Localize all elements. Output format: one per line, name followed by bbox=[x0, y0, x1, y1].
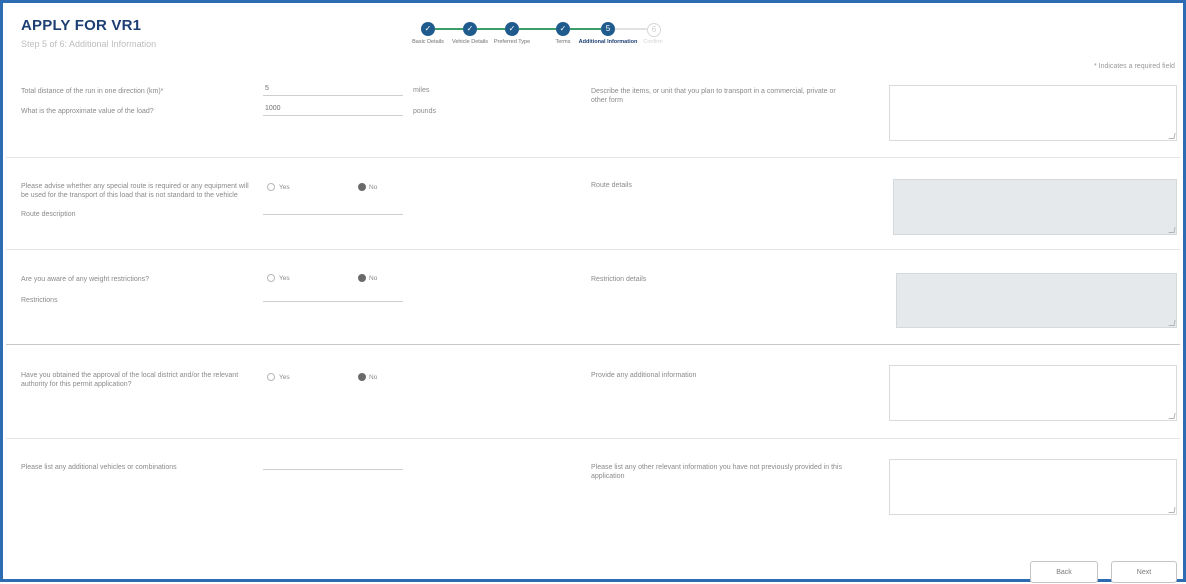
weight-restrictions-yes-label: Yes bbox=[279, 275, 290, 282]
weight-restrictions-no-radio[interactable] bbox=[358, 274, 366, 282]
special-route-no-label: No bbox=[369, 184, 378, 191]
distance-unit: miles bbox=[413, 87, 430, 94]
load-value-input[interactable]: 1000 bbox=[263, 103, 403, 116]
application-window: APPLY FOR VR1 Step 5 of 6: Additional In… bbox=[0, 0, 1186, 583]
restrictions-label: Restrictions bbox=[21, 297, 58, 304]
step-connector bbox=[615, 28, 647, 30]
step-3-check-icon[interactable]: ✓ bbox=[505, 22, 519, 36]
step-5-current: 5 bbox=[601, 22, 615, 36]
resize-grip-icon[interactable] bbox=[1168, 507, 1176, 513]
weight-restrictions-yes-radio[interactable] bbox=[267, 274, 275, 282]
approval-question: Have you obtained the approval of the lo… bbox=[21, 372, 239, 388]
step-4-check-icon[interactable]: ✓ bbox=[556, 22, 570, 36]
step-2-check-icon[interactable]: ✓ bbox=[463, 22, 477, 36]
special-route-question: Please advise whether any special route … bbox=[21, 183, 249, 199]
approval-no-radio[interactable] bbox=[358, 373, 366, 381]
section-divider bbox=[6, 249, 1180, 250]
page-title: APPLY FOR VR1 bbox=[21, 17, 142, 34]
step-connector bbox=[477, 28, 505, 30]
items-description-label: Describe the items, or unit that you pla… bbox=[591, 88, 836, 104]
route-details-label: Route details bbox=[591, 182, 632, 189]
back-button[interactable]: Back bbox=[1030, 561, 1098, 583]
restriction-details-textarea bbox=[896, 273, 1177, 328]
approval-yes-radio[interactable] bbox=[267, 373, 275, 381]
route-description-input[interactable] bbox=[263, 202, 403, 215]
section-divider bbox=[6, 344, 1180, 345]
load-value-unit: pounds bbox=[413, 108, 436, 115]
approval-yes-label: Yes bbox=[279, 374, 290, 381]
weight-restrictions-question: Are you aware of any weight restrictions… bbox=[21, 276, 150, 283]
load-value-label: What is the approximate value of the loa… bbox=[21, 108, 154, 115]
resize-grip-icon[interactable] bbox=[1168, 133, 1176, 139]
additional-info-label: Provide any additional information bbox=[591, 372, 697, 379]
resize-grip-icon bbox=[1168, 227, 1176, 233]
restrictions-input[interactable] bbox=[263, 289, 403, 302]
special-route-no-radio[interactable] bbox=[358, 183, 366, 191]
additional-info-textarea[interactable] bbox=[889, 365, 1177, 421]
step-6-label: Confirm bbox=[643, 39, 663, 45]
additional-vehicles-label: Please list any additional vehicles or c… bbox=[21, 464, 177, 471]
weight-restrictions-no-label: No bbox=[369, 275, 378, 282]
step-connector bbox=[519, 28, 556, 30]
special-route-yes-radio[interactable] bbox=[267, 183, 275, 191]
other-info-label: Please list any other relevant informati… bbox=[591, 464, 842, 480]
step-1-check-icon[interactable]: ✓ bbox=[421, 22, 435, 36]
next-button[interactable]: Next bbox=[1111, 561, 1177, 583]
section-divider bbox=[6, 438, 1180, 439]
distance-input[interactable]: 5 bbox=[263, 83, 403, 96]
section-divider bbox=[6, 157, 1180, 158]
step-6-upcoming: 6 bbox=[647, 23, 661, 37]
route-description-label: Route description bbox=[21, 211, 76, 218]
other-info-textarea[interactable] bbox=[889, 459, 1177, 515]
approval-no-label: No bbox=[369, 374, 378, 381]
resize-grip-icon[interactable] bbox=[1168, 413, 1176, 419]
step-connector bbox=[570, 28, 601, 30]
special-route-yes-label: Yes bbox=[279, 184, 290, 191]
distance-label: Total distance of the run in one directi… bbox=[21, 88, 164, 95]
additional-vehicles-input[interactable] bbox=[263, 457, 403, 470]
restriction-details-label: Restriction details bbox=[591, 276, 647, 283]
items-description-textarea[interactable] bbox=[889, 85, 1177, 141]
resize-grip-icon bbox=[1168, 320, 1176, 326]
required-field-note: * Indicates a required field bbox=[1094, 63, 1175, 70]
step-connector bbox=[435, 28, 463, 30]
page-subtitle: Step 5 of 6: Additional Information bbox=[21, 39, 157, 49]
route-details-textarea bbox=[893, 179, 1177, 235]
